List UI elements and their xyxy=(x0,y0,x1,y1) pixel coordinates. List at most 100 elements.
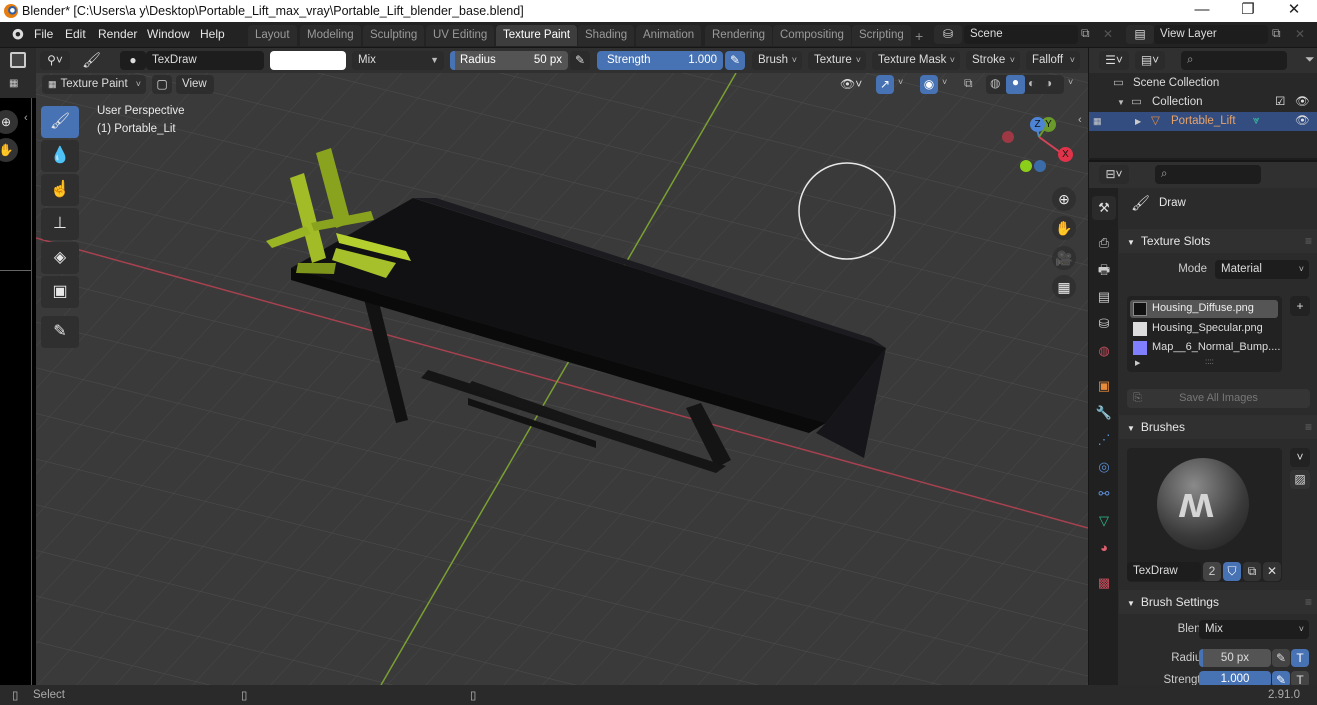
list-resize-handle[interactable]: :::: xyxy=(1205,357,1214,366)
radius-slider[interactable]: Radius 50 px xyxy=(450,51,568,70)
radius-pressure-icon[interactable]: ✎ xyxy=(1272,649,1290,667)
blend-mode-dropdown[interactable]: Mix ▼ xyxy=(352,51,444,70)
maximize-button[interactable]: ❐ xyxy=(1225,0,1271,22)
list-expand-icon[interactable]: ▶ xyxy=(1135,359,1140,367)
visibility-icon[interactable]: 👁˅ xyxy=(840,77,862,91)
overlays-toggle-icon[interactable]: ◉ xyxy=(920,75,938,94)
minimize-button[interactable]: — xyxy=(1179,0,1225,22)
drag-handle-icon[interactable]: ≡ xyxy=(1305,590,1312,614)
delete-view-layer-icon[interactable]: ✕ xyxy=(1295,27,1305,41)
brush-preview-icon[interactable]: ● xyxy=(120,51,146,70)
tab-modifiers-icon[interactable]: 🔧 xyxy=(1092,401,1116,425)
tab-render-icon[interactable]: ⎙ xyxy=(1092,231,1116,255)
z-axis-icon[interactable]: Z xyxy=(1030,117,1045,132)
brush-settings-panel-header[interactable]: ▼ Brush Settings ≡ xyxy=(1119,590,1317,614)
eye-icon[interactable]: 👁 xyxy=(1295,112,1310,131)
view-layer-field[interactable]: View Layer xyxy=(1154,25,1268,44)
tab-output-icon[interactable]: 🖶 xyxy=(1092,258,1116,282)
radius-pressure-icon[interactable]: ✎ xyxy=(570,51,590,70)
tool-clone[interactable]: ⊥ xyxy=(41,208,79,240)
stroke-menu[interactable]: Stroke ˅ xyxy=(966,51,1020,70)
tab-tool-icon[interactable]: ⚒ xyxy=(1092,196,1116,220)
texture-slot-row[interactable]: Housing_Specular.png xyxy=(1130,320,1278,338)
chevron-down-icon[interactable]: ˅ xyxy=(942,77,947,87)
transform-pivot-icon[interactable]: ⚲˅ xyxy=(40,51,70,70)
menu-window[interactable]: Window xyxy=(147,27,190,41)
solid-shading-icon[interactable]: ● xyxy=(1006,75,1025,94)
brush-radius-slider[interactable]: 50 px xyxy=(1199,649,1271,667)
outliner-row-scene-collection[interactable]: ▭ Scene Collection xyxy=(1089,74,1317,93)
neg-z-axis-icon[interactable] xyxy=(1034,160,1046,172)
gizmo-toggle-icon[interactable]: ↗ xyxy=(876,75,894,94)
close-button[interactable]: ✕ xyxy=(1271,0,1317,22)
texture-slots-panel-header[interactable]: ▼ Texture Slots ≡ xyxy=(1119,229,1317,253)
tab-constraints-icon[interactable]: ⚯ xyxy=(1092,482,1116,506)
menu-help[interactable]: Help xyxy=(200,27,225,41)
strength-slider[interactable]: Strength 1.000 xyxy=(597,51,723,70)
tab-modeling[interactable]: Modeling xyxy=(300,25,361,46)
tab-animation[interactable]: Animation xyxy=(636,25,702,46)
tab-scripting[interactable]: Scripting xyxy=(852,25,911,46)
tab-material-icon[interactable]: ◕ xyxy=(1092,536,1116,560)
wireframe-shading-icon[interactable]: ◍ xyxy=(990,76,1000,90)
neg-y-axis-icon[interactable] xyxy=(1020,160,1032,172)
save-all-images-button[interactable]: ⎘ Save All Images xyxy=(1127,389,1310,408)
zoom-icon[interactable]: ⊕ xyxy=(0,110,18,134)
tab-particles-icon[interactable]: ⋰ xyxy=(1092,428,1116,452)
texture-menu[interactable]: Texture ˅ xyxy=(808,51,866,70)
brush-datablock-name[interactable]: TexDraw xyxy=(1127,562,1201,581)
collapse-left-icon[interactable]: ‹ xyxy=(24,112,28,124)
scene-name-field[interactable]: Scene xyxy=(964,25,1078,44)
filter-icon[interactable]: ⏷ xyxy=(1305,52,1315,67)
properties-search-input[interactable]: ⌕ xyxy=(1155,165,1261,184)
exclude-checkbox[interactable]: ☑ xyxy=(1275,93,1285,112)
pan-view-icon[interactable]: ✋ xyxy=(1052,216,1076,240)
brushes-panel-header[interactable]: ▼ Brushes ≡ xyxy=(1119,415,1317,439)
texture-slot-row[interactable]: Housing_Diffuse.png xyxy=(1130,300,1278,318)
tab-physics-icon[interactable]: ◎ xyxy=(1092,455,1116,479)
texture-mask-menu[interactable]: Texture Mask ˅ xyxy=(872,51,960,70)
image-editor-icon[interactable] xyxy=(10,52,26,68)
paint-mask-toggle-icon[interactable]: ▢ xyxy=(152,75,172,94)
tab-layout[interactable]: Layout xyxy=(248,25,297,46)
menu-render[interactable]: Render xyxy=(98,27,137,41)
collapse-sidebar-icon[interactable]: ‹ xyxy=(1078,114,1082,126)
display-mode-icon[interactable]: ▤˅ xyxy=(1135,51,1165,70)
zoom-view-icon[interactable]: ⊕ xyxy=(1052,187,1076,211)
outliner-row-collection[interactable]: ▼ ▭ Collection ☑ 👁 xyxy=(1089,93,1317,112)
brush-name-field[interactable]: TexDraw xyxy=(146,51,264,70)
outliner-search-input[interactable]: ⌕ xyxy=(1181,51,1287,70)
unlink-brush-icon[interactable]: ✕ xyxy=(1263,562,1281,581)
xray-toggle-icon[interactable]: ⧉ xyxy=(964,76,973,91)
delete-scene-icon[interactable]: ✕ xyxy=(1103,27,1113,41)
tab-texture-icon[interactable]: ▩ xyxy=(1092,571,1116,595)
brush-blend-dropdown[interactable]: Mix ˅ xyxy=(1199,620,1309,639)
texture-paint-mode-icon[interactable]: ▦ xyxy=(9,78,18,89)
tab-view-layer-icon[interactable]: ▤ xyxy=(1092,285,1116,309)
pan-hand-icon[interactable]: ✋ xyxy=(0,138,18,162)
tool-draw[interactable]: 🖌 xyxy=(41,106,79,138)
tab-data-icon[interactable]: ▽ xyxy=(1092,509,1116,533)
duplicate-brush-icon[interactable]: ⧉ xyxy=(1243,562,1261,581)
expand-arrow-icon[interactable]: ▼ xyxy=(1117,93,1125,112)
brush-image-icon[interactable]: ▨ xyxy=(1290,470,1310,489)
x-axis-icon[interactable]: X xyxy=(1058,147,1073,162)
tab-scene-icon[interactable]: ⛁ xyxy=(1092,312,1116,336)
view-layer-selector-icon[interactable]: ▤ xyxy=(1126,25,1154,44)
properties-editor-type-icon[interactable]: ⊟˅ xyxy=(1099,165,1129,184)
radius-unit-icon[interactable]: T xyxy=(1291,649,1309,667)
tab-uv-editing[interactable]: UV Editing xyxy=(426,25,495,46)
mode-selector[interactable]: ▦ Texture Paint ˅ xyxy=(42,75,146,94)
menu-file[interactable]: File xyxy=(34,27,53,41)
texture-slot-row[interactable]: Map__6_Normal_Bump.... xyxy=(1130,339,1280,357)
navigation-gizmo[interactable]: Y Z X xyxy=(994,114,1074,184)
tab-shading[interactable]: Shading xyxy=(578,25,635,46)
drag-handle-icon[interactable]: ≡ xyxy=(1305,229,1312,253)
rendered-shading-icon[interactable]: ◑ xyxy=(1045,76,1052,90)
drag-handle-icon[interactable]: ≡ xyxy=(1305,415,1312,439)
3d-viewport[interactable]: User Perspective (1) Portable_Lit Y Z X … xyxy=(36,48,1088,685)
material-shading-icon[interactable]: ◐ xyxy=(1028,76,1035,90)
add-workspace-button[interactable]: + xyxy=(915,28,923,44)
eye-icon[interactable]: 👁 xyxy=(1295,93,1310,112)
tool-annotate[interactable]: ✎ xyxy=(41,316,79,348)
